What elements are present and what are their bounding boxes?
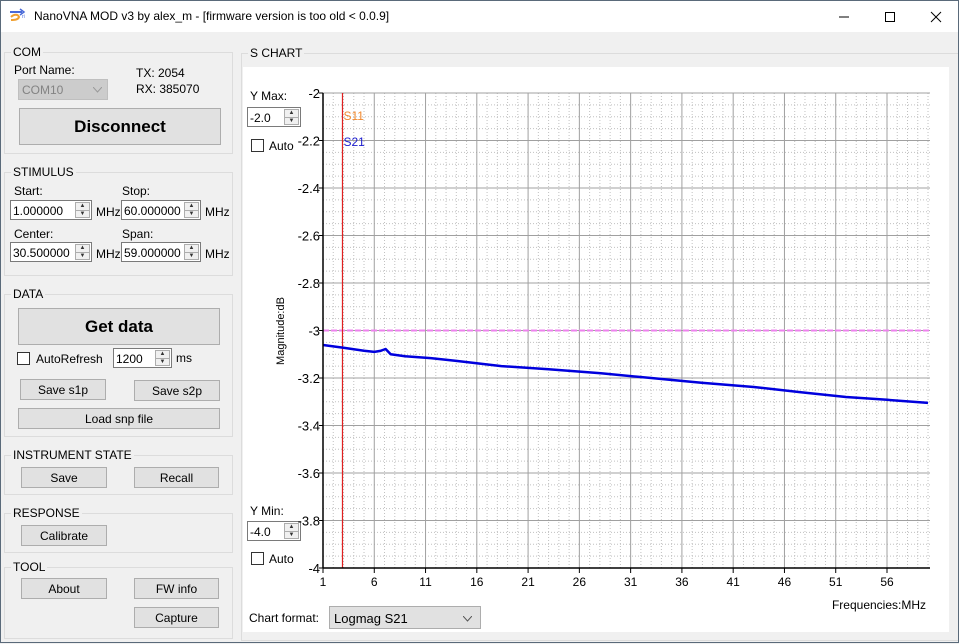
series-group	[322, 343, 929, 405]
y-tick-label: -2.8	[298, 276, 320, 291]
y-tick-label: -3	[308, 324, 320, 339]
y-tick-label: -3.6	[298, 466, 320, 481]
x-tick-label: 31	[624, 575, 638, 589]
s-parameter-chart: -2 -2.2 -2.4 -2.6 -2.8 -3 -3.2 -3.4 -3.6 -3.8 -4 1…	[275, 86, 930, 612]
y-tick-label: -3.4	[298, 419, 320, 434]
y-tick-label: -2.6	[298, 229, 320, 244]
x-tick-label: 26	[573, 575, 587, 589]
x-tick-label: 36	[675, 575, 689, 589]
x-tick-label: 56	[880, 575, 894, 589]
x-axis-label: Frequencies:MHz	[832, 598, 926, 612]
app-window: ri NanoVNA MOD v3 by alex_m - [firmware …	[0, 0, 959, 643]
x-tick-label: 11	[419, 575, 432, 589]
series-s21-line	[322, 343, 929, 405]
legend: S11 S21	[343, 109, 365, 149]
legend-item-s11: S11	[343, 109, 364, 123]
x-tick-label: 51	[829, 575, 843, 589]
x-tick-label: 46	[778, 575, 792, 589]
y-tick-label: -4	[308, 561, 320, 576]
x-tick-label: 41	[727, 575, 741, 589]
y-axis-label: Magnitude:dB	[275, 297, 287, 365]
x-tick-labels: 1 6 11 16 21 26 31 36 41 46 51 56	[320, 568, 894, 589]
x-tick-label: 1	[320, 575, 327, 589]
x-tick-label: 6	[371, 575, 378, 589]
legend-item-s21: S21	[343, 135, 365, 149]
y-tick-label: -2.4	[298, 181, 320, 196]
y-tick-label: -2.2	[298, 134, 320, 149]
y-tick-labels: -2 -2.2 -2.4 -2.6 -2.8 -3 -3.2 -3.4 -3.6 -3.8 -4	[298, 86, 323, 576]
y-tick-label: -3.2	[298, 371, 320, 386]
x-tick-label: 21	[521, 575, 535, 589]
x-tick-label: 16	[470, 575, 484, 589]
y-tick-label: -2	[308, 86, 320, 101]
y-tick-label: -3.8	[298, 514, 320, 529]
